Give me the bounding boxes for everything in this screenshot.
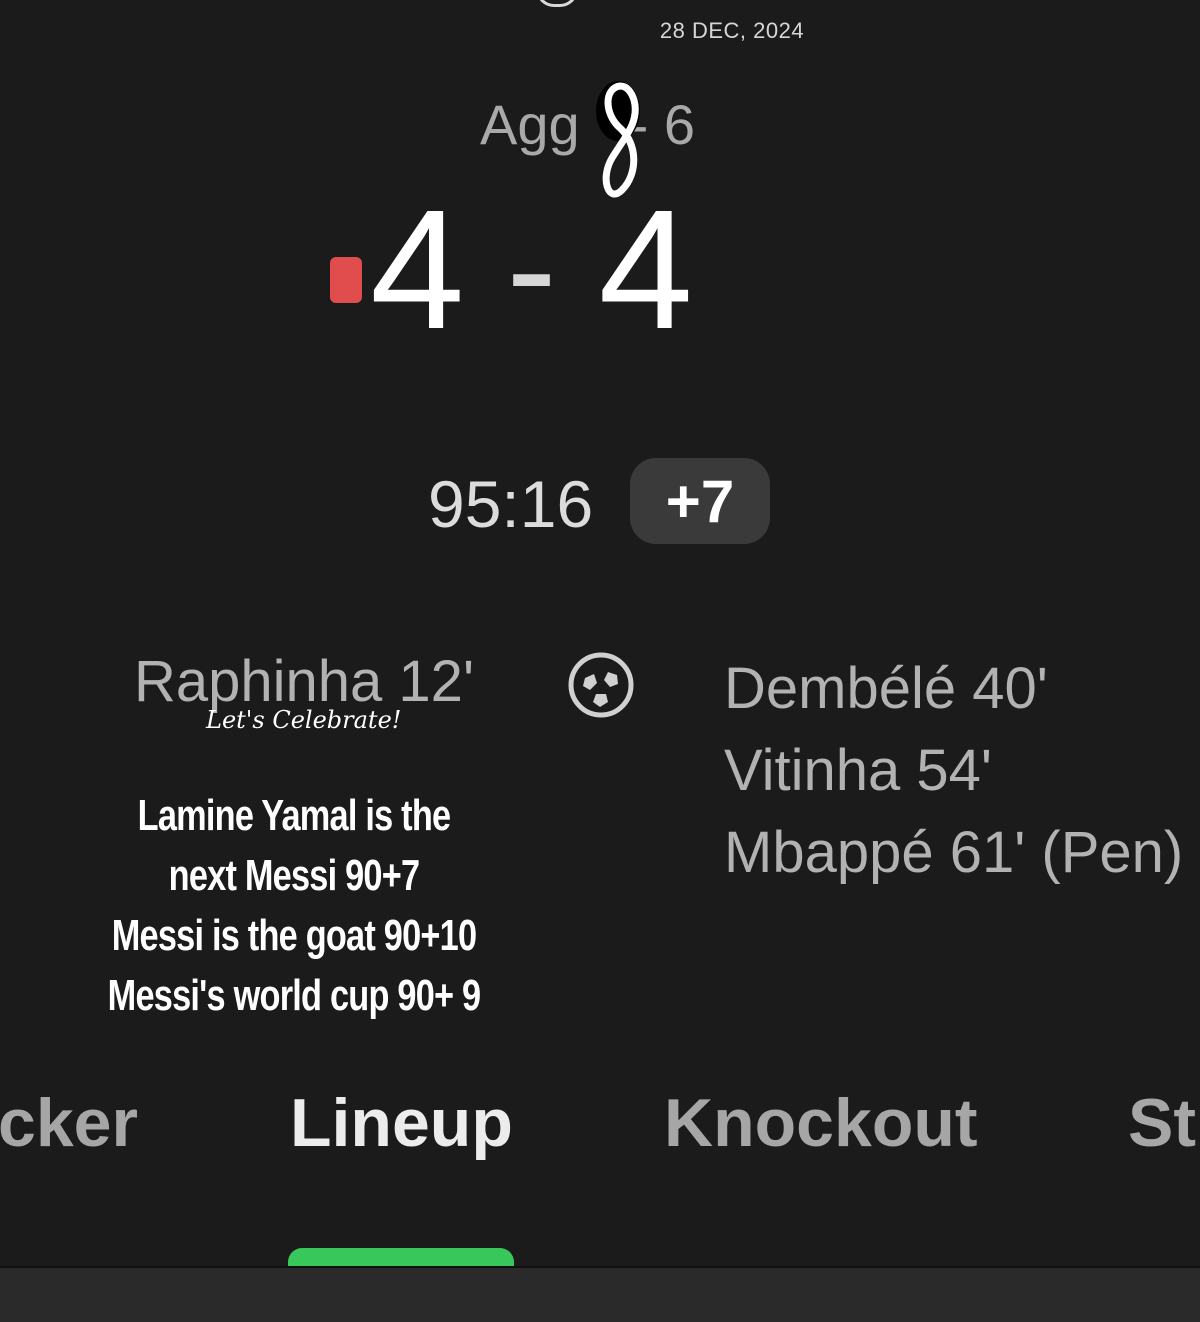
overlay-line: Messi is the goat 90+10	[111, 911, 477, 960]
top-arc-decoration	[536, 0, 578, 7]
match-date: 28 DEC, 2024	[659, 18, 805, 43]
overlay-line: next Messi 90+7	[168, 851, 420, 900]
tab-tracker[interactable]: cker	[0, 1084, 138, 1162]
overlay-line: Messi's world cup 90+ 9	[107, 971, 481, 1020]
tab-bar: cker Lineup Knockout St	[0, 1084, 1200, 1174]
soccer-ball-icon	[568, 652, 634, 718]
home-score: 4	[370, 175, 467, 365]
away-score: 4	[598, 175, 696, 365]
celebrate-caption: Let's Celebrate!	[206, 706, 402, 734]
overlay-line: Lamine Yamal is the	[137, 791, 451, 840]
away-scorer: Mbappé 61' (Pen)	[724, 820, 1184, 885]
match-score: 4-4	[370, 185, 695, 355]
tab-stats[interactable]: St	[1128, 1084, 1196, 1162]
away-scorer: Dembélé 40'	[724, 656, 1048, 721]
red-card-icon	[330, 257, 362, 303]
tab-lineup[interactable]: Lineup	[290, 1084, 513, 1162]
away-scorer: Vitinha 54'	[724, 738, 992, 803]
overlay-text: Lamine Yamal is the next Messi 90+7 Mess…	[0, 786, 588, 1026]
match-clock: 95:16	[428, 467, 594, 541]
bottom-bar	[0, 1266, 1200, 1322]
away-scorers: Dembélé 40' Vitinha 54' Mbappé 61' (Pen)	[724, 648, 1200, 894]
stoppage-time-badge: +7	[630, 458, 770, 544]
tab-knockout[interactable]: Knockout	[664, 1084, 978, 1162]
aggregate-label: Agg	[480, 93, 580, 156]
score-separator: -	[506, 184, 559, 352]
home-scorer: Raphinha 12'	[134, 649, 475, 714]
